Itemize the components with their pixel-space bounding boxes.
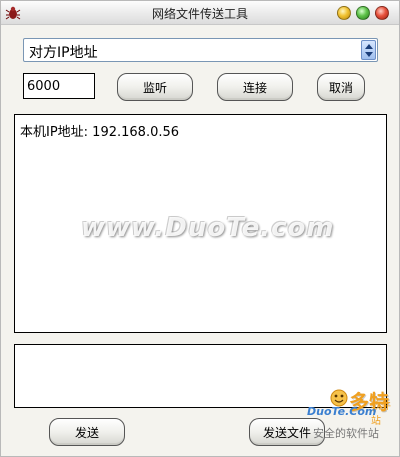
port-input[interactable]	[23, 73, 95, 99]
title-bar[interactable]: 网络文件传送工具	[1, 1, 399, 25]
minimize-button[interactable]	[337, 6, 351, 20]
watermark-corner: 多特 软件站 DuoTe.Com 安全的软件站	[299, 385, 399, 441]
watermark-slogan: 安全的软件站	[313, 427, 379, 440]
close-button[interactable]	[375, 6, 389, 20]
send-button[interactable]: 发送	[49, 418, 125, 446]
watermark-center: www.DuoTe.com	[81, 213, 335, 243]
remote-ip-combobox-value: 对方IP地址	[29, 45, 98, 61]
local-ip-text: 本机IP地址: 192.168.0.56	[20, 125, 180, 140]
watermark-en: DuoTe.Com	[307, 405, 377, 418]
app-window: 网络文件传送工具 对方IP地址 监听 连接 取消 本机IP地址: 192.168…	[0, 0, 400, 457]
remote-ip-combobox[interactable]: 对方IP地址	[23, 38, 378, 62]
listen-button[interactable]: 监听	[117, 73, 193, 101]
maximize-button[interactable]	[356, 6, 370, 20]
combo-spin-arrows-icon[interactable]	[361, 40, 376, 60]
connect-button[interactable]: 连接	[217, 73, 293, 101]
cancel-button[interactable]: 取消	[317, 73, 365, 101]
